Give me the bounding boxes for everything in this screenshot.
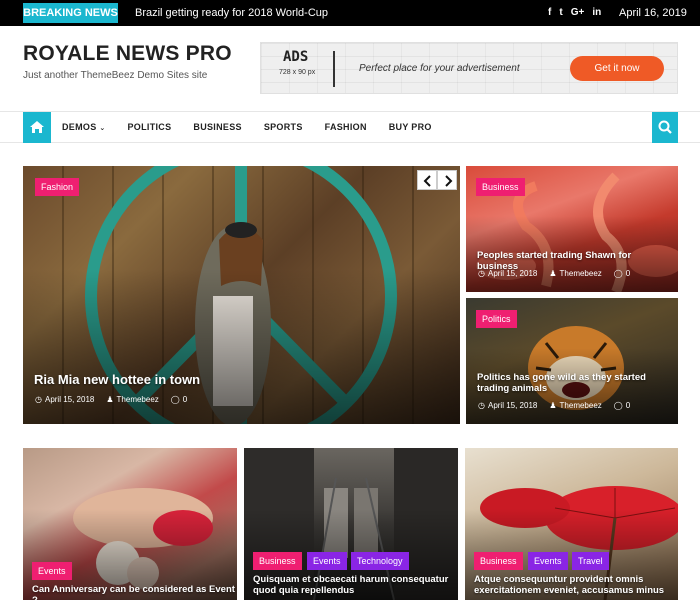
user-icon: ♟ <box>549 401 557 410</box>
google-plus-icon[interactable]: G+ <box>571 0 585 26</box>
category-badge[interactable]: Business <box>253 552 302 570</box>
ad-title: ADS <box>283 49 309 65</box>
linkedin-icon[interactable]: in <box>592 0 601 26</box>
post-author[interactable]: Themebeez <box>560 401 602 410</box>
main-navigation: DEMOS ⌄ POLITICS BUSINESS SPORTS FASHION… <box>0 111 700 143</box>
current-date: April 16, 2019 <box>619 7 687 19</box>
search-icon <box>658 120 672 134</box>
chevron-down-icon: ⌄ <box>99 125 106 132</box>
breaking-news-ticker[interactable]: Brazil getting ready for 2018 World-Cup <box>135 0 328 26</box>
post-meta: ◷ April 15, 2018 ♟ Themebeez ◯ 0 <box>478 401 630 410</box>
post-title[interactable]: Quisquam et obcaecati harum consequatur … <box>253 574 453 596</box>
slider-prev-button[interactable] <box>417 170 437 190</box>
post-date[interactable]: April 15, 2018 <box>45 395 94 404</box>
clock-icon: ◷ <box>478 269 485 278</box>
nav-item-business[interactable]: BUSINESS <box>193 112 241 144</box>
post-meta: ◷ April 15, 2018 ♟ Themebeez ◯ 0 <box>478 269 630 278</box>
comment-icon: ◯ <box>170 395 180 404</box>
chevron-left-icon <box>423 175 431 187</box>
facebook-icon[interactable]: f <box>548 0 551 26</box>
post-date[interactable]: April 15, 2018 <box>488 269 537 278</box>
post-card-2[interactable]: Business Events Technology Quisquam et o… <box>244 448 458 600</box>
slider-next-button[interactable] <box>437 170 457 190</box>
nav-item-demos[interactable]: DEMOS ⌄ <box>62 112 106 144</box>
home-button[interactable] <box>23 112 51 143</box>
site-title[interactable]: ROYALE NEWS PRO <box>23 42 232 66</box>
post-card-1[interactable]: Events Can Anniversary can be considered… <box>23 448 237 600</box>
category-badge[interactable]: Events <box>528 552 568 570</box>
comment-icon: ◯ <box>613 401 623 410</box>
twitter-icon[interactable]: t <box>559 0 562 26</box>
breaking-news-label: BREAKING NEWS <box>23 3 118 23</box>
user-icon: ♟ <box>549 269 557 278</box>
category-badge[interactable]: Business <box>476 178 525 196</box>
ad-text: Perfect place for your advertisement <box>359 63 520 74</box>
category-badge[interactable]: Politics <box>476 310 517 328</box>
post-title[interactable]: Atque consequuntur provident omnis exerc… <box>474 574 674 596</box>
category-badge[interactable]: Travel <box>572 552 609 570</box>
featured-post-side-1[interactable]: Business Peoples started trading Shawn f… <box>466 166 678 292</box>
chevron-right-icon <box>445 175 453 187</box>
category-badge[interactable]: Events <box>32 562 72 580</box>
post-comments[interactable]: 0 <box>626 401 630 410</box>
search-button[interactable] <box>652 112 678 143</box>
post-author[interactable]: Themebeez <box>560 269 602 278</box>
advertisement-banner[interactable]: ADS 728 x 90 px Perfect place for your a… <box>260 42 678 94</box>
user-icon: ♟ <box>106 395 114 404</box>
post-comments[interactable]: 0 <box>626 269 630 278</box>
post-title[interactable]: Ria Mia new hottee in town <box>34 372 200 387</box>
post-comments[interactable]: 0 <box>183 395 187 404</box>
nav-item-politics[interactable]: POLITICS <box>128 112 172 144</box>
site-description: Just another ThemeBeez Demo Sites site <box>23 70 208 81</box>
post-date[interactable]: April 15, 2018 <box>488 401 537 410</box>
featured-post-side-2[interactable]: Politics Politics has gone wild as they … <box>466 298 678 424</box>
nav-item-sports[interactable]: SPORTS <box>264 112 303 144</box>
clock-icon: ◷ <box>478 401 485 410</box>
featured-post-main[interactable]: Fashion Ria Mia new hottee in town ◷ Apri… <box>23 166 460 424</box>
social-links: f t G+ in <box>548 0 601 26</box>
post-author[interactable]: Themebeez <box>117 395 159 404</box>
post-meta: ◷ April 15, 2018 ♟ Themebeez ◯ 0 <box>35 395 187 404</box>
top-bar: BREAKING NEWS Brazil getting ready for 2… <box>0 0 700 26</box>
category-badge[interactable]: Technology <box>351 552 409 570</box>
category-badge[interactable]: Events <box>307 552 347 570</box>
post-title[interactable]: Can Anniversary can be considered as Eve… <box>32 584 237 600</box>
ad-get-it-now-button[interactable]: Get it now <box>570 56 664 81</box>
category-badge[interactable]: Business <box>474 552 523 570</box>
post-title[interactable]: Politics has gone wild as they started t… <box>477 372 672 394</box>
nav-item-fashion[interactable]: FASHION <box>325 112 367 144</box>
ad-divider <box>333 51 335 87</box>
category-badge[interactable]: Fashion <box>35 178 80 196</box>
post-card-3[interactable]: Business Events Travel Atque consequuntu… <box>465 448 678 600</box>
nav-menu: DEMOS ⌄ POLITICS BUSINESS SPORTS FASHION… <box>62 112 432 144</box>
comment-icon: ◯ <box>613 269 623 278</box>
nav-item-buy-pro[interactable]: BUY PRO <box>389 112 432 144</box>
clock-icon: ◷ <box>35 395 42 404</box>
home-icon <box>30 121 44 133</box>
ad-size: 728 x 90 px <box>279 69 316 76</box>
